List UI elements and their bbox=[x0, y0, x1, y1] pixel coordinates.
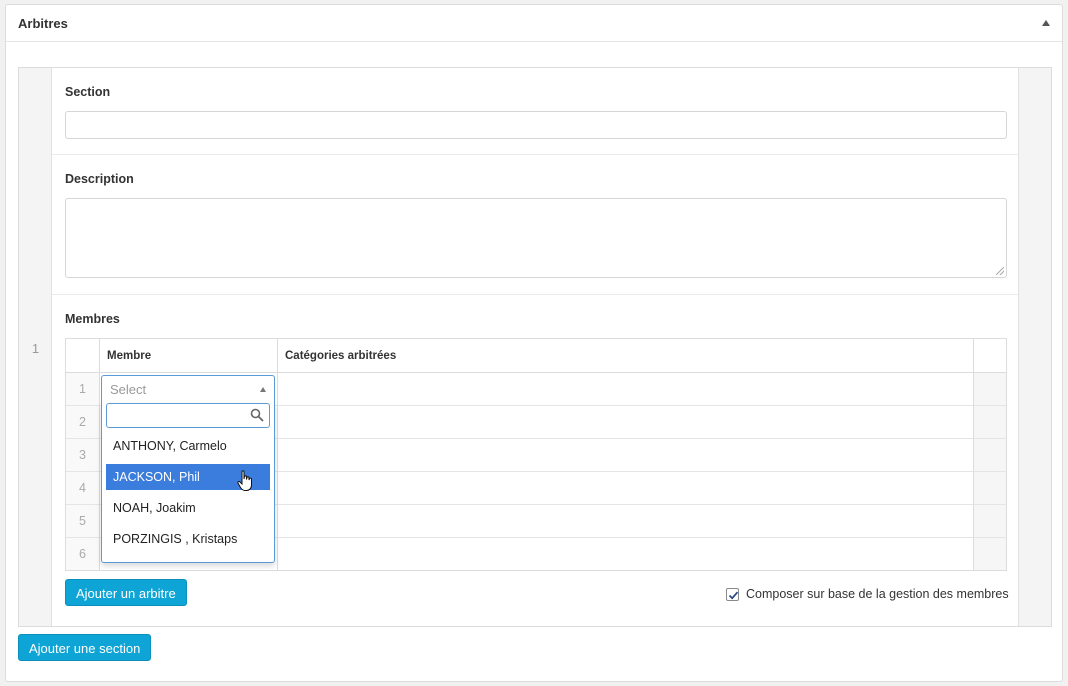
dropdown-option[interactable]: PORZINGIS , Kristaps bbox=[106, 526, 270, 552]
table-header-row: Membre Catégories arbitrées bbox=[66, 339, 1006, 373]
table-header-num bbox=[66, 339, 99, 373]
table-row-actions[interactable] bbox=[973, 472, 1006, 504]
repeater-row-number: 1 bbox=[31, 341, 40, 356]
table-row-actions[interactable] bbox=[973, 406, 1006, 438]
hand-cursor-icon bbox=[237, 470, 252, 491]
divider bbox=[52, 154, 1019, 155]
arbitres-panel: Arbitres 1 Section Description Membres M… bbox=[5, 4, 1063, 682]
dropdown-option[interactable]: ANTHONY, Carmelo bbox=[106, 433, 270, 459]
compose-checkbox-label[interactable]: Composer sur base de la gestion des memb… bbox=[746, 587, 1009, 601]
divider bbox=[52, 294, 1019, 295]
column-separator bbox=[99, 339, 100, 570]
column-separator bbox=[277, 339, 278, 570]
table-row-actions[interactable] bbox=[973, 373, 1006, 405]
section-repeater: 1 Section Description Membres Membre Cat… bbox=[18, 67, 1052, 627]
table-row-actions[interactable] bbox=[973, 439, 1006, 471]
table-row-actions[interactable] bbox=[973, 505, 1006, 537]
membre-dropdown: ANTHONY, Carmelo JACKSON, Phil NOAH, Joa… bbox=[101, 403, 275, 563]
compose-checkbox[interactable] bbox=[726, 588, 739, 601]
option-label: JACKSON, Phil bbox=[113, 470, 200, 484]
repeater-row-handle[interactable]: 1 bbox=[19, 68, 52, 626]
dropdown-option[interactable]: NOAH, Joakim bbox=[106, 495, 270, 521]
caret-up-icon bbox=[260, 387, 266, 392]
table-row-actions[interactable] bbox=[973, 538, 1006, 570]
table-row-number: 2 bbox=[66, 406, 99, 438]
dropdown-option-highlighted[interactable]: JACKSON, Phil bbox=[106, 464, 270, 491]
search-icon bbox=[250, 408, 264, 422]
section-input[interactable] bbox=[65, 111, 1007, 139]
table-row-number: 1 bbox=[66, 373, 99, 405]
panel-title: Arbitres bbox=[18, 16, 68, 31]
membre-select[interactable]: Select bbox=[101, 375, 275, 403]
checkmark-icon bbox=[728, 591, 739, 600]
members-table: Membre Catégories arbitrées 1 2 3 4 5 6 … bbox=[65, 338, 1007, 571]
section-label: Section bbox=[65, 85, 111, 99]
description-label: Description bbox=[65, 172, 134, 186]
add-arbitre-button[interactable]: Ajouter un arbitre bbox=[65, 579, 187, 606]
panel-header[interactable]: Arbitres bbox=[6, 5, 1062, 42]
add-section-button[interactable]: Ajouter une section bbox=[18, 634, 152, 661]
repeater-row-body: Section Description Membres Membre Catég… bbox=[52, 68, 1019, 626]
table-header-membre: Membre bbox=[107, 350, 152, 362]
table-row-number: 4 bbox=[66, 472, 99, 504]
select-placeholder: Select bbox=[110, 382, 147, 397]
table-header-categories: Catégories arbitrées bbox=[285, 350, 397, 362]
table-row-number: 6 bbox=[66, 538, 99, 570]
column-separator bbox=[973, 339, 974, 570]
resize-grip-icon[interactable] bbox=[996, 267, 1004, 275]
dropdown-search-input[interactable] bbox=[106, 403, 270, 428]
repeater-row-actions[interactable] bbox=[1018, 68, 1051, 626]
description-textarea[interactable] bbox=[65, 198, 1007, 278]
table-row-number: 3 bbox=[66, 439, 99, 471]
table-row-number: 5 bbox=[66, 505, 99, 537]
collapse-up-icon[interactable] bbox=[1042, 20, 1050, 26]
members-label: Membres bbox=[65, 312, 120, 326]
